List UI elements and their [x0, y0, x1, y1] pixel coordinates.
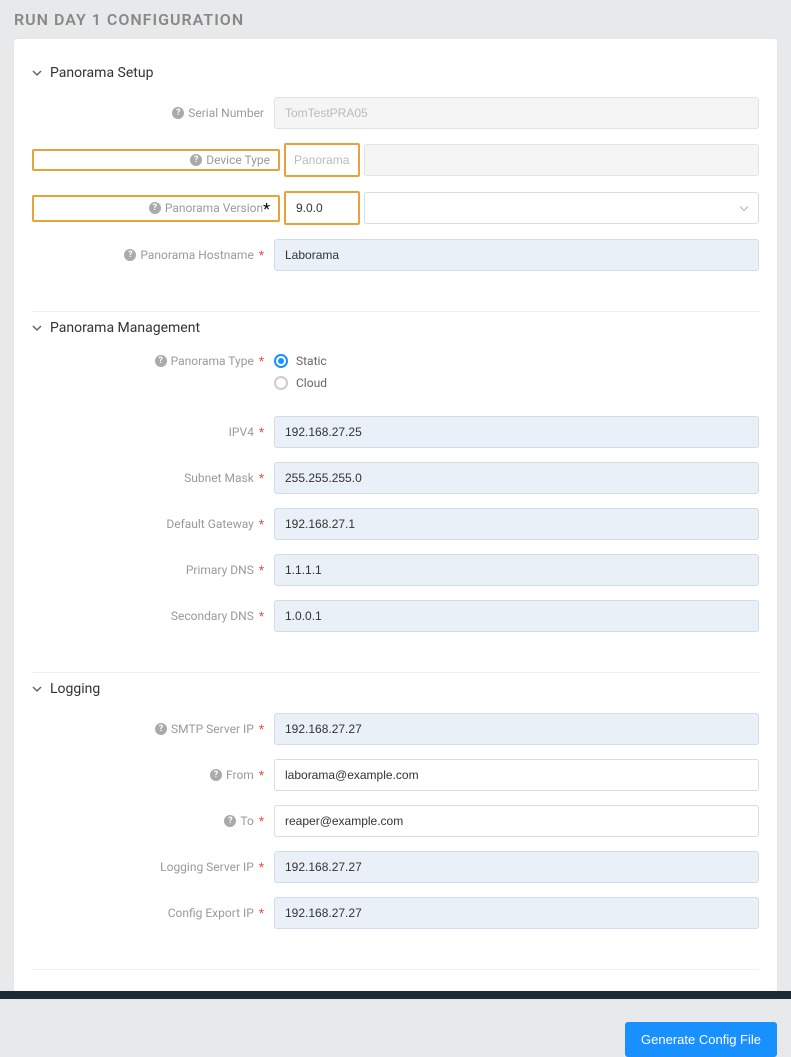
- to-input[interactable]: [274, 805, 759, 837]
- row-subnet-mask: Subnet Mask *: [32, 462, 759, 494]
- subnet-mask-input[interactable]: [274, 462, 759, 494]
- chevron-down-icon: [32, 68, 42, 78]
- panorama-hostname-input[interactable]: [274, 239, 759, 271]
- row-panorama-hostname: ? Panorama Hostname *: [32, 239, 759, 271]
- help-icon[interactable]: ?: [190, 154, 202, 166]
- smtp-server-ip-input[interactable]: [274, 713, 759, 745]
- help-icon[interactable]: ?: [149, 202, 161, 214]
- panorama-version-input-hl[interactable]: [288, 195, 356, 221]
- required-marker: *: [259, 517, 264, 531]
- page-title: RUN DAY 1 CONFIGURATION: [0, 0, 791, 39]
- bottom-bar: [0, 991, 791, 999]
- radio-icon: [274, 354, 288, 368]
- row-device-type: ? Device Type: [32, 143, 759, 177]
- primary-dns-input[interactable]: [274, 554, 759, 586]
- generate-config-file-button[interactable]: Generate Config File: [625, 1022, 777, 1057]
- row-logging-server-ip: Logging Server IP *: [32, 851, 759, 883]
- label-smtp-server-ip: SMTP Server IP: [171, 722, 254, 736]
- label-ipv4: IPV4: [229, 425, 254, 439]
- secondary-dns-input[interactable]: [274, 600, 759, 632]
- device-type-input: [288, 147, 356, 173]
- label-logging-server-ip: Logging Server IP: [160, 860, 254, 874]
- config-card: Panorama Setup ? Serial Number ? Device …: [14, 39, 777, 998]
- help-icon[interactable]: ?: [172, 107, 184, 119]
- row-secondary-dns: Secondary DNS *: [32, 600, 759, 632]
- section-header-logging[interactable]: Logging: [32, 673, 759, 709]
- radio-cloud[interactable]: Cloud: [274, 376, 327, 390]
- label-from: From: [226, 768, 254, 782]
- section-panorama-setup: Panorama Setup ? Serial Number ? Device …: [32, 57, 759, 303]
- radio-label: Static: [296, 354, 327, 368]
- label-config-export-ip: Config Export IP: [168, 906, 254, 920]
- label-to: To: [240, 814, 253, 828]
- highlight-version-label: ? Panorama Version *: [32, 195, 280, 222]
- ipv4-input[interactable]: [274, 416, 759, 448]
- row-panorama-version: ? Panorama Version *: [32, 191, 759, 225]
- required-marker: *: [259, 248, 264, 262]
- required-marker: *: [263, 199, 270, 218]
- section-title: Panorama Setup: [50, 65, 153, 81]
- label-secondary-dns: Secondary DNS: [171, 609, 254, 623]
- required-marker: *: [259, 860, 264, 874]
- chevron-down-icon: [32, 323, 42, 333]
- radio-static[interactable]: Static: [274, 354, 327, 368]
- highlight-version-input: [284, 191, 360, 225]
- highlight-device-type-input: [284, 143, 360, 177]
- required-marker: *: [259, 609, 264, 623]
- label-default-gateway: Default Gateway: [166, 517, 254, 531]
- section-panorama-management: Panorama Management ? Panorama Type * St…: [32, 312, 759, 664]
- divider: [32, 969, 759, 970]
- section-title: Logging: [50, 681, 100, 697]
- required-marker: *: [259, 768, 264, 782]
- label-panorama-hostname: Panorama Hostname: [140, 248, 253, 262]
- required-marker: *: [259, 814, 264, 828]
- device-type-rest: [364, 144, 759, 176]
- row-to: ? To *: [32, 805, 759, 837]
- default-gateway-input[interactable]: [274, 508, 759, 540]
- required-marker: *: [259, 563, 264, 577]
- chevron-down-icon: [32, 684, 42, 694]
- panorama-version-select[interactable]: [364, 192, 759, 224]
- panorama-type-radio-group: Static Cloud: [274, 352, 327, 390]
- row-from: ? From *: [32, 759, 759, 791]
- section-header-setup[interactable]: Panorama Setup: [32, 57, 759, 93]
- row-serial-number: ? Serial Number: [32, 97, 759, 129]
- label-panorama-version: Panorama Version: [165, 201, 263, 215]
- section-header-management[interactable]: Panorama Management: [32, 312, 759, 348]
- row-smtp-server-ip: ? SMTP Server IP *: [32, 713, 759, 745]
- radio-label: Cloud: [296, 376, 327, 390]
- radio-icon: [274, 376, 288, 390]
- help-icon[interactable]: ?: [224, 815, 236, 827]
- required-marker: *: [259, 906, 264, 920]
- section-logging: Logging ? SMTP Server IP * ? From *: [32, 673, 759, 961]
- help-icon[interactable]: ?: [155, 355, 167, 367]
- required-marker: *: [259, 722, 264, 736]
- help-icon[interactable]: ?: [210, 769, 222, 781]
- serial-number-input: [274, 97, 759, 129]
- logging-server-ip-input[interactable]: [274, 851, 759, 883]
- row-panorama-type: ? Panorama Type * Static Cloud: [32, 352, 759, 390]
- config-export-ip-input[interactable]: [274, 897, 759, 929]
- label-serial-number: Serial Number: [188, 106, 264, 120]
- highlight-device-type-label: ? Device Type: [32, 149, 280, 171]
- row-primary-dns: Primary DNS *: [32, 554, 759, 586]
- row-ipv4: IPV4 *: [32, 416, 759, 448]
- row-config-export-ip: Config Export IP *: [32, 897, 759, 929]
- footer: Generate Config File: [0, 998, 791, 1057]
- required-marker: *: [259, 425, 264, 439]
- section-title: Panorama Management: [50, 320, 200, 336]
- row-default-gateway: Default Gateway *: [32, 508, 759, 540]
- label-panorama-type: Panorama Type: [171, 354, 254, 368]
- required-marker: *: [259, 354, 264, 368]
- help-icon[interactable]: ?: [155, 723, 167, 735]
- help-icon[interactable]: ?: [124, 249, 136, 261]
- label-subnet-mask: Subnet Mask: [184, 471, 254, 485]
- label-device-type: Device Type: [206, 153, 270, 167]
- from-input[interactable]: [274, 759, 759, 791]
- label-primary-dns: Primary DNS: [186, 563, 254, 577]
- required-marker: *: [259, 471, 264, 485]
